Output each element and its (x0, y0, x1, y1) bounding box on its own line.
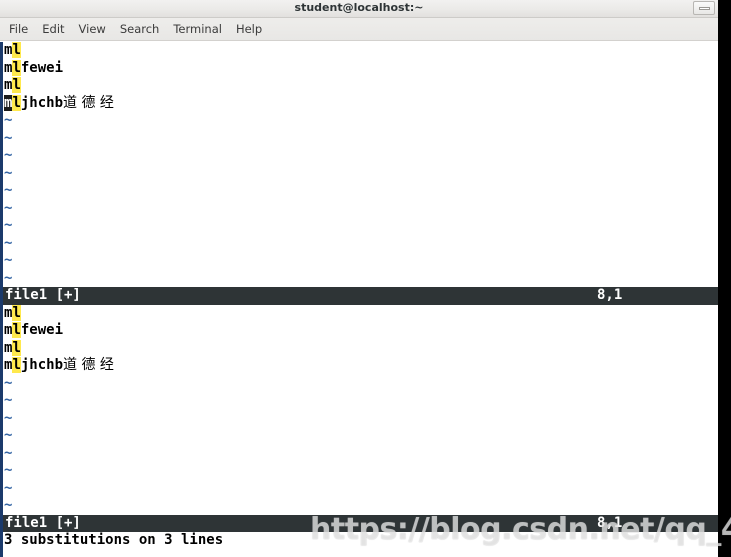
empty-line-marker: ~ (4, 164, 13, 181)
statusline-position: 8,1 (597, 514, 623, 531)
terminal-window: student@localhost:~ File Edit View Searc… (0, 0, 718, 557)
line-post: jhchb (20, 94, 64, 111)
line-post: fewei (20, 322, 64, 338)
minimize-icon (699, 7, 710, 10)
empty-line-marker: ~ (4, 217, 13, 233)
text-line: ml (3, 77, 718, 95)
search-match-highlight: l (12, 357, 21, 373)
search-match-highlight: l (12, 322, 21, 338)
vim-statusline-top: file1 [+] 8,1 (3, 287, 718, 305)
menubar: File Edit View Search Terminal Help (0, 18, 718, 41)
text-line: ml (3, 42, 718, 60)
search-match-highlight: l (12, 42, 21, 58)
vim-statusline-bottom: file1 [+] 8,1 (3, 514, 718, 532)
line-post: jhchb (20, 357, 64, 373)
empty-line-marker: ~ (4, 182, 13, 198)
menu-item-help[interactable]: Help (236, 22, 271, 36)
line-post: fewei (20, 59, 64, 76)
vim-pane-bottom: ml mlfewei ml mljhchb道 德 经 ~ ~ ~ ~ ~ ~ ~… (3, 304, 718, 550)
terminal-body[interactable]: ml mlfewei ml mljhchb道 德 经 ~ ~ ~ ~ ~ ~ ~… (0, 42, 718, 557)
empty-line-marker: ~ (4, 427, 13, 443)
menu-item-terminal[interactable]: Terminal (173, 22, 231, 36)
empty-line-marker: ~ (4, 234, 13, 251)
empty-line-marker: ~ (4, 479, 13, 496)
text-line: mljhchb道 德 经 (3, 357, 718, 375)
menu-item-file[interactable]: File (9, 22, 37, 36)
vim-pane-top: ml mlfewei ml mljhchb道 德 经 ~ ~ ~ ~ ~ ~ ~… (3, 42, 718, 305)
menu-item-view[interactable]: View (79, 22, 115, 36)
empty-line-marker: ~ (4, 497, 13, 513)
text-line: ml (3, 339, 718, 358)
empty-line-marker: ~ (4, 112, 13, 128)
minimize-button[interactable] (693, 1, 715, 15)
line-cjk: 道 德 经 (63, 357, 114, 373)
text-line-with-cursor: mljhchb道 德 经 (3, 94, 718, 113)
window-titlebar: student@localhost:~ (0, 0, 718, 18)
text-line: mlfewei (3, 59, 718, 78)
statusline-filename: file1 [+] (5, 514, 81, 531)
text-line: mlfewei (3, 322, 718, 340)
text-line: ml (3, 304, 718, 323)
menu-item-search[interactable]: Search (120, 22, 169, 36)
empty-line-marker: ~ (4, 392, 13, 408)
search-match-highlight: l (12, 94, 21, 111)
window-title: student@localhost:~ (294, 1, 424, 14)
search-match-highlight: l (12, 59, 21, 76)
empty-line-marker: ~ (4, 252, 13, 268)
search-match-highlight: l (12, 77, 21, 93)
empty-line-marker: ~ (4, 444, 13, 461)
search-match-highlight: l (12, 304, 21, 321)
empty-line-marker: ~ (4, 409, 13, 426)
vim-command-line[interactable]: 3 substitutions on 3 lines (3, 532, 718, 550)
empty-line-marker: ~ (4, 199, 13, 216)
menu-item-edit[interactable]: Edit (42, 22, 73, 36)
search-match-highlight: l (12, 339, 21, 356)
line-cjk: 道 德 经 (63, 94, 114, 111)
empty-line-marker: ~ (4, 374, 13, 391)
statusline-filename: file1 [+] (5, 287, 81, 303)
empty-line-marker: ~ (4, 129, 13, 146)
vim-session: ml mlfewei ml mljhchb道 德 经 ~ ~ ~ ~ ~ ~ ~… (3, 42, 718, 557)
empty-line-marker: ~ (4, 147, 13, 163)
statusline-position: 8,1 (597, 287, 623, 303)
empty-line-marker: ~ (4, 462, 13, 478)
empty-line-marker: ~ (4, 269, 13, 286)
